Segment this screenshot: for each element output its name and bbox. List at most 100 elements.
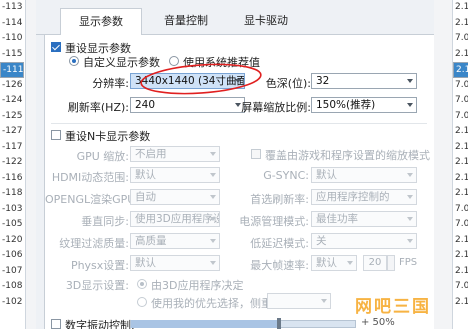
hdmi-range-select[interactable]: 默认: [130, 167, 220, 183]
scale-label: 屏幕缩放比例:: [241, 101, 311, 114]
list-item[interactable]: -107: [0, 264, 25, 280]
gsync-select[interactable]: 默认: [311, 167, 417, 183]
list-item[interactable]: 7.0: [453, 31, 468, 47]
list-item[interactable]: -125: [0, 109, 25, 125]
resolution-value: 3440x1440 (34寸曲面屏: [135, 75, 244, 87]
list-item[interactable]: 2.1: [453, 248, 468, 264]
list-item[interactable]: -115: [0, 47, 25, 63]
override-scaling-checkbox[interactable]: [251, 149, 261, 159]
list-item[interactable]: -106: [0, 248, 25, 264]
vsync-label: 垂直同步:: [81, 215, 129, 228]
list-item[interactable]: 2.1: [453, 155, 468, 171]
custom-params-label: 自定义显示参数: [83, 56, 160, 69]
list-item[interactable]: 7.0: [453, 279, 468, 295]
low-latency-select[interactable]: 关: [311, 233, 417, 249]
hdmi-range-value: 默认: [135, 169, 156, 181]
chevron-down-icon: [407, 217, 413, 221]
list-item[interactable]: -114: [0, 16, 25, 32]
chevron-down-icon: [407, 173, 413, 177]
opengl-gpu-select[interactable]: 自动: [130, 189, 220, 205]
tab-driver[interactable]: 显卡驱动: [226, 8, 306, 35]
list-item[interactable]: 2.1: [453, 140, 468, 156]
digital-vibrance-thumb[interactable]: [277, 318, 281, 329]
color-depth-select[interactable]: 32: [311, 73, 417, 89]
background-list-right: 2.12.17.02.12.12.17.07.07.02.12.12.12.12…: [452, 0, 468, 329]
physx-select[interactable]: 默认: [130, 255, 220, 271]
recommended-radio[interactable]: [169, 56, 179, 66]
refresh-rate-label: 刷新率(HZ):: [67, 101, 129, 114]
list-item[interactable]: 2.1: [453, 264, 468, 280]
list-item[interactable]: 2.1: [453, 295, 468, 311]
list-item[interactable]: -126: [0, 78, 25, 94]
3d-app-decide-radio[interactable]: [137, 279, 147, 289]
gsync-label: G-SYNC:: [263, 169, 309, 182]
texture-filter-select[interactable]: 高质量: [130, 233, 220, 249]
list-item[interactable]: -124: [0, 93, 25, 109]
list-item[interactable]: -127: [0, 124, 25, 140]
chevron-down-icon: [210, 239, 216, 243]
list-item[interactable]: -113: [0, 0, 25, 16]
3d-app-decide-label: 由3D应用程序决定: [151, 279, 244, 292]
settings-panel: 重设显示参数 自定义显示参数 使用系统推荐值 分辨率: 3440x1440 (3…: [44, 35, 434, 329]
chevron-down-icon: [407, 79, 413, 83]
list-item[interactable]: 2.1: [453, 16, 468, 32]
max-fps-mode-select[interactable]: 默认: [311, 255, 357, 271]
list-item[interactable]: -116: [0, 171, 25, 187]
background-list-left: -113-114-110-115-111-112-126-124-125-127…: [0, 0, 26, 329]
list-item[interactable]: 2.1: [453, 124, 468, 140]
vsync-select[interactable]: 使用3D应用程序设置: [130, 211, 220, 227]
3d-display-label: 3D显示设置:: [65, 279, 129, 292]
list-item[interactable]: -108: [0, 279, 25, 295]
list-item[interactable]: 2.1: [453, 171, 468, 187]
digital-vibrance-value: + 50%: [361, 317, 395, 328]
3d-preference-radio[interactable]: [137, 297, 147, 307]
custom-params-radio[interactable]: [69, 56, 79, 66]
list-item[interactable]: 2.1: [453, 62, 468, 78]
section-divider: [51, 123, 427, 124]
list-item[interactable]: 7.0: [453, 78, 468, 94]
power-mode-label: 电源管理模式:: [239, 215, 309, 228]
list-item[interactable]: -117: [0, 140, 25, 156]
list-item[interactable]: 7.0: [453, 109, 468, 125]
list-item[interactable]: -118: [0, 186, 25, 202]
gsync-value: 默认: [316, 169, 337, 181]
reset-display-checkbox[interactable]: [51, 42, 61, 52]
preferred-refresh-select[interactable]: 应用程序控制的: [311, 189, 417, 205]
tab-volume[interactable]: 音量控制: [146, 8, 226, 35]
refresh-rate-select[interactable]: 240: [130, 97, 245, 113]
list-item[interactable]: -105: [0, 217, 25, 233]
list-item[interactable]: 7.0: [453, 93, 468, 109]
3d-preference-select[interactable]: [267, 293, 331, 309]
list-item[interactable]: -111: [0, 62, 25, 78]
list-item[interactable]: 2.1: [453, 47, 468, 63]
chevron-down-icon: [210, 152, 216, 156]
resolution-select[interactable]: 3440x1440 (34寸曲面屏: [130, 73, 245, 89]
list-item[interactable]: 7.0: [453, 217, 468, 233]
list-item[interactable]: 2.1: [453, 233, 468, 249]
chevron-down-icon: [407, 239, 413, 243]
max-fps-stepper[interactable]: [387, 255, 395, 271]
digital-vibrance-label: 数字振动控制:: [65, 319, 135, 329]
scale-select[interactable]: 150%(推荐): [311, 97, 417, 113]
watermark-logo: 网吧三国: [355, 297, 431, 317]
gpu-scaling-select[interactable]: 不启用: [130, 146, 220, 162]
power-mode-select[interactable]: 最佳功率: [311, 211, 417, 227]
chevron-down-icon: [210, 261, 216, 265]
max-fps-input[interactable]: 20: [363, 255, 387, 271]
tab-display[interactable]: 显示参数: [60, 8, 142, 36]
list-item[interactable]: 7.0: [453, 202, 468, 218]
display-settings-dialog: 显示参数 音量控制 显卡驱动 重设显示参数 自定义显示参数 使用系统推荐值 分辨…: [36, 0, 434, 329]
list-item[interactable]: -110: [0, 31, 25, 47]
list-item[interactable]: 2.1: [453, 186, 468, 202]
chevron-down-icon: [235, 79, 241, 83]
digital-vibrance-checkbox[interactable]: [51, 319, 61, 329]
power-mode-value: 最佳功率: [316, 213, 358, 225]
reset-nvidia-checkbox[interactable]: [51, 130, 61, 140]
list-item[interactable]: -122: [0, 155, 25, 171]
list-item[interactable]: 2.1: [453, 0, 468, 16]
list-item[interactable]: -120: [0, 233, 25, 249]
list-item[interactable]: -103: [0, 202, 25, 218]
chevron-down-icon: [210, 217, 216, 221]
list-item[interactable]: -102: [0, 295, 25, 311]
refresh-rate-value: 240: [135, 99, 156, 111]
